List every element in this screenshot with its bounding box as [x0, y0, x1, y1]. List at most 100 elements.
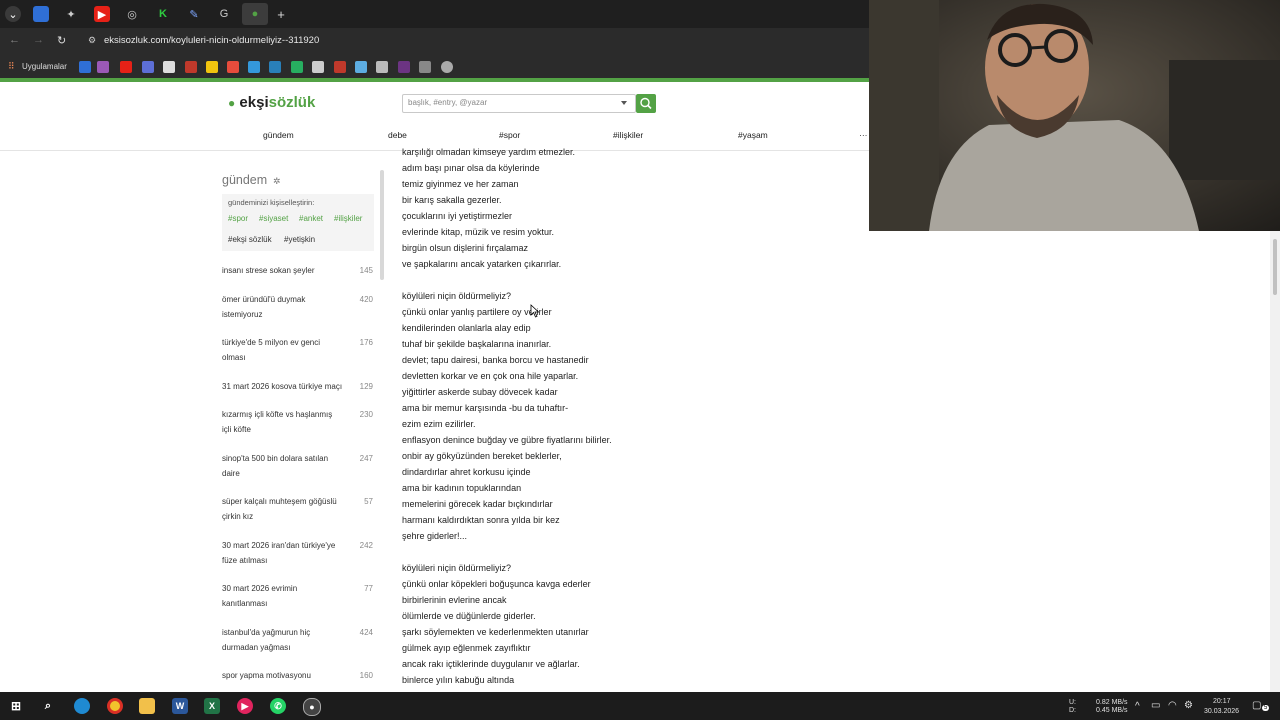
tab-google-icon[interactable]: G: [216, 6, 232, 22]
tag-yetiskin[interactable]: #yetişkin: [284, 235, 315, 244]
windows-start-icon[interactable]: ⊞: [8, 698, 24, 714]
sidebar-topic[interactable]: istanbul'da yağmurun hiç durmadan yağması: [222, 625, 346, 655]
bookmark-icon-14[interactable]: [355, 61, 367, 73]
sidebar-topic[interactable]: 30 mart 2026 iran'dan türkiye'ye füze atı…: [222, 538, 346, 568]
site-top-accent: [0, 78, 869, 82]
sidebar-topic[interactable]: süper kalçalı muhteşem göğüslü çirkin kız: [222, 494, 346, 524]
entry-line: bir karış sakalla gezerler.: [402, 195, 502, 205]
tag-siyaset[interactable]: #siyaset: [259, 214, 288, 223]
logo-text-1: ekşi: [239, 94, 269, 111]
tab-favicon-1[interactable]: [33, 6, 49, 22]
site-logo[interactable]: ● ekşisözlük: [228, 94, 315, 111]
settings-gear-icon[interactable]: ⚙: [1184, 700, 1193, 711]
tab-favicon-2[interactable]: ✦: [63, 6, 79, 22]
topic-count: 176: [359, 338, 373, 347]
tag-anket[interactable]: #anket: [299, 214, 323, 223]
bookmark-apps-label[interactable]: Uygulamalar: [22, 62, 67, 71]
gear-icon[interactable]: ✲: [273, 176, 281, 187]
url-text[interactable]: eksisozluk.com/koyluleri-nicin-oldurmeli…: [104, 35, 319, 46]
tag-spor[interactable]: #spor: [228, 214, 248, 223]
reload-icon[interactable]: ↻: [57, 34, 66, 47]
apps-grid-icon[interactable]: ⠿: [8, 61, 15, 72]
tab-favicon-4[interactable]: ◎: [124, 6, 140, 22]
sidebar-title[interactable]: gündem: [222, 173, 267, 187]
bookmark-icon-9[interactable]: [248, 61, 260, 73]
search-dropdown-icon[interactable]: [621, 101, 627, 105]
obs-icon[interactable]: ●: [303, 698, 321, 716]
new-tab-button[interactable]: +: [273, 6, 289, 22]
tab-search-chevron-icon[interactable]: ⌄: [5, 6, 21, 22]
bookmark-icon-11[interactable]: [291, 61, 303, 73]
windows-taskbar: [0, 692, 1280, 720]
tab-eksisozluk-active[interactable]: ●: [242, 3, 268, 25]
taskbar-search-icon[interactable]: ⌕: [40, 698, 56, 714]
file-explorer-icon[interactable]: [139, 698, 155, 714]
nav-spor[interactable]: #spor: [499, 130, 520, 140]
topic-count: 247: [359, 454, 373, 463]
entry-line: harmanı kaldırdıktan sonra yılda bir kez: [402, 515, 560, 525]
back-arrow-icon[interactable]: ←: [9, 34, 20, 46]
entry-line: çocuklarını iyi yetiştirmezler: [402, 211, 513, 221]
bookmark-icon-12[interactable]: [312, 61, 324, 73]
topic-count: 424: [359, 628, 373, 637]
forward-arrow-icon[interactable]: →: [33, 34, 44, 46]
search-placeholder: başlık, #entry, @yazar: [408, 98, 488, 107]
entry-line: temiz giyinmez ve her zaman: [402, 179, 519, 189]
bookmark-icon-4[interactable]: [142, 61, 154, 73]
clock-date[interactable]: 30.03.2026: [1204, 708, 1239, 715]
topic-count: 129: [359, 382, 373, 391]
bookmark-icon-18[interactable]: [441, 61, 453, 73]
sidebar-scrollbar[interactable]: [380, 170, 384, 280]
sidebar-topic[interactable]: sinop'ta 500 bin dolara satılan daire: [222, 451, 346, 481]
sidebar-topic[interactable]: kızarmış içli köfte vs haşlanmış içli köf…: [222, 407, 346, 437]
notification-icon[interactable]: ▢: [1252, 700, 1261, 711]
search-input[interactable]: başlık, #entry, @yazar: [402, 94, 636, 113]
bookmark-icon-10[interactable]: [269, 61, 281, 73]
bookmark-icon-1[interactable]: [79, 61, 91, 73]
whatsapp-icon[interactable]: ✆: [270, 698, 286, 714]
tag-iliskiler[interactable]: #ilişkiler: [334, 214, 362, 223]
wifi-icon[interactable]: ◠: [1168, 700, 1177, 711]
sidebar-topic[interactable]: 31 mart 2026 kosova türkiye maçı: [222, 379, 346, 394]
chrome-icon[interactable]: [107, 698, 123, 714]
clock-time[interactable]: 20:17: [1213, 698, 1231, 705]
bookmark-icon-16[interactable]: [398, 61, 410, 73]
entry-line: ezim ezim ezilirler.: [402, 419, 476, 429]
sidebar-topic[interactable]: spor yapma motivasyonu: [222, 668, 346, 683]
sidebar-topic[interactable]: türkiye'de 5 milyon ev genci olması: [222, 335, 346, 365]
sidebar-topic[interactable]: insanı strese sokan şeyler: [222, 263, 346, 278]
bookmark-icon-5[interactable]: [163, 61, 175, 73]
entry-line: kendilerinden olanlarla alay edip: [402, 323, 531, 333]
nav-more[interactable]: ···: [859, 130, 868, 140]
search-button[interactable]: [636, 94, 656, 113]
tab-youtube-icon[interactable]: ▶: [94, 6, 110, 22]
media-player-icon[interactable]: ▶: [237, 698, 253, 714]
edge-icon[interactable]: [74, 698, 90, 714]
bookmark-icon-6[interactable]: [185, 61, 197, 73]
battery-icon[interactable]: ▭: [1151, 700, 1160, 711]
site-info-icon[interactable]: ⚙: [88, 35, 96, 46]
tab-favicon-5[interactable]: K: [155, 6, 171, 22]
nav-yasam[interactable]: #yaşam: [738, 130, 768, 140]
nav-debe[interactable]: debe: [388, 130, 407, 140]
bookmark-icon-8[interactable]: [227, 61, 239, 73]
entry-line: köylüleri niçin öldürmeliyiz?: [402, 563, 512, 573]
tab-favicon-6[interactable]: ✎: [186, 6, 202, 22]
bookmark-icon-7[interactable]: [206, 61, 218, 73]
sidebar-topic[interactable]: ömer üründül'ü duymak istemiyoruz: [222, 292, 346, 322]
bookmark-icon-13[interactable]: [334, 61, 346, 73]
bookmark-icon-3[interactable]: [120, 61, 132, 73]
entry-line: memelerini görecek kadar bıçkındırlar: [402, 499, 553, 509]
bookmark-icon-17[interactable]: [419, 61, 431, 73]
nav-iliskiler[interactable]: #ilişkiler: [613, 130, 643, 140]
bookmark-icon-2[interactable]: [97, 61, 109, 73]
nav-gundem[interactable]: gündem: [263, 130, 294, 140]
tag-eksi-sozluk[interactable]: #ekşi sözlük: [228, 235, 272, 244]
page-scrollbar[interactable]: [1270, 231, 1280, 692]
sidebar-topic[interactable]: 30 mart 2026 evrimin kanıtlanması: [222, 581, 346, 611]
page-scrollbar-thumb[interactable]: [1273, 239, 1277, 295]
bookmark-icon-15[interactable]: [376, 61, 388, 73]
word-icon[interactable]: W: [172, 698, 188, 714]
excel-icon[interactable]: X: [204, 698, 220, 714]
chevron-up-icon[interactable]: ^: [1135, 701, 1140, 712]
